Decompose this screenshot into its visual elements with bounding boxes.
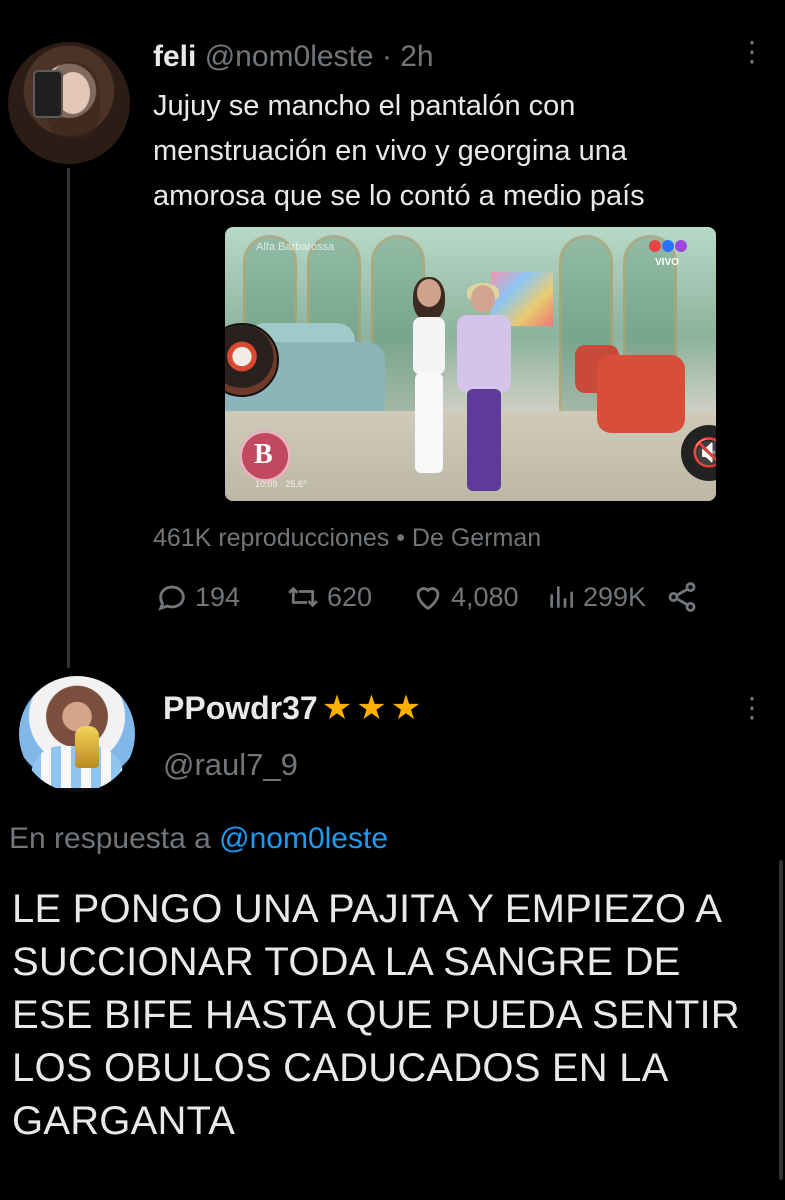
reply-author-name[interactable]: PPowdr37 bbox=[163, 690, 318, 726]
person-legs bbox=[415, 373, 443, 473]
video-source-text[interactable]: • De German bbox=[396, 524, 541, 552]
person-coat bbox=[457, 315, 511, 393]
person-top bbox=[413, 317, 445, 375]
person-lilac-outfit bbox=[455, 283, 513, 495]
comment-icon[interactable] bbox=[155, 580, 189, 614]
bar-chart-icon[interactable] bbox=[545, 580, 577, 614]
video-timestamp: 10:09 · 25.6° bbox=[255, 479, 307, 489]
reply-context-label: En respuesta a bbox=[9, 822, 211, 855]
reply-author-handle[interactable]: @raul7_9 bbox=[163, 748, 298, 782]
user-avatar-ppowdr37[interactable] bbox=[19, 676, 135, 792]
like-count: 4,080 bbox=[451, 581, 519, 612]
views-action[interactable]: 299K bbox=[545, 580, 646, 614]
retweet-action[interactable]: 620 bbox=[285, 580, 372, 614]
retweet-count: 620 bbox=[327, 581, 373, 612]
reply-author-name-line: PPowdr37 ★ ★ ★ bbox=[163, 690, 421, 726]
heart-icon[interactable] bbox=[411, 580, 445, 614]
reply-action[interactable]: 194 bbox=[155, 580, 240, 614]
telefe-logo-icon bbox=[649, 239, 689, 255]
reply-count: 194 bbox=[195, 581, 241, 612]
share-action[interactable] bbox=[665, 580, 705, 614]
video-views-line: 461K reproducciones • De German bbox=[153, 522, 541, 554]
person-head bbox=[417, 279, 441, 307]
phone-icon bbox=[33, 70, 63, 118]
view-count: 299K bbox=[583, 581, 647, 612]
star-icon: ★ bbox=[321, 689, 353, 727]
person-white-outfit bbox=[407, 277, 451, 484]
video-player[interactable]: 10:09 · 25.6° VIVO Alfa Barbarossa 🔇 bbox=[225, 227, 716, 501]
person-head bbox=[471, 285, 495, 313]
star-icon: ★ bbox=[356, 689, 387, 727]
retweet-icon[interactable] bbox=[285, 580, 321, 614]
reply-mention-link[interactable]: @nom0leste bbox=[219, 822, 388, 855]
scrollbar[interactable] bbox=[779, 860, 783, 1180]
thread-connector-line bbox=[67, 168, 70, 668]
like-action[interactable]: 4,080 bbox=[411, 580, 519, 614]
tweet-time[interactable]: · 2h bbox=[382, 40, 434, 73]
video-watermark: Alfa Barbarossa bbox=[256, 241, 335, 253]
tweet-action-bar: 194 620 4,080 299K bbox=[155, 580, 715, 620]
chair bbox=[597, 355, 685, 433]
reply-text: LE PONGO UNA PAJITA Y EMPIEZO A SUCCIONA… bbox=[12, 887, 740, 1143]
live-badge: VIVO bbox=[655, 257, 679, 268]
reply-context: En respuesta a @nom0leste bbox=[9, 822, 388, 856]
star-icon: ★ bbox=[390, 689, 422, 727]
tweet-header: feli @nom0leste · 2h bbox=[153, 40, 434, 74]
more-vertical-icon[interactable]: ⋮ bbox=[738, 694, 766, 722]
user-avatar-feli[interactable] bbox=[8, 42, 130, 164]
channel-logo-seal bbox=[239, 430, 291, 482]
tweet-author-name[interactable]: feli bbox=[153, 40, 196, 73]
video-view-count: 461K reproducciones bbox=[153, 524, 390, 552]
trophy-icon bbox=[75, 726, 99, 768]
more-vertical-icon[interactable]: ⋮ bbox=[738, 38, 766, 66]
tweet-author-handle[interactable]: @nom0leste bbox=[205, 40, 374, 73]
tweet-text: Jujuy se mancho el pantalón con menstrua… bbox=[153, 90, 645, 212]
person-pants bbox=[467, 389, 501, 491]
share-icon[interactable] bbox=[665, 580, 699, 614]
